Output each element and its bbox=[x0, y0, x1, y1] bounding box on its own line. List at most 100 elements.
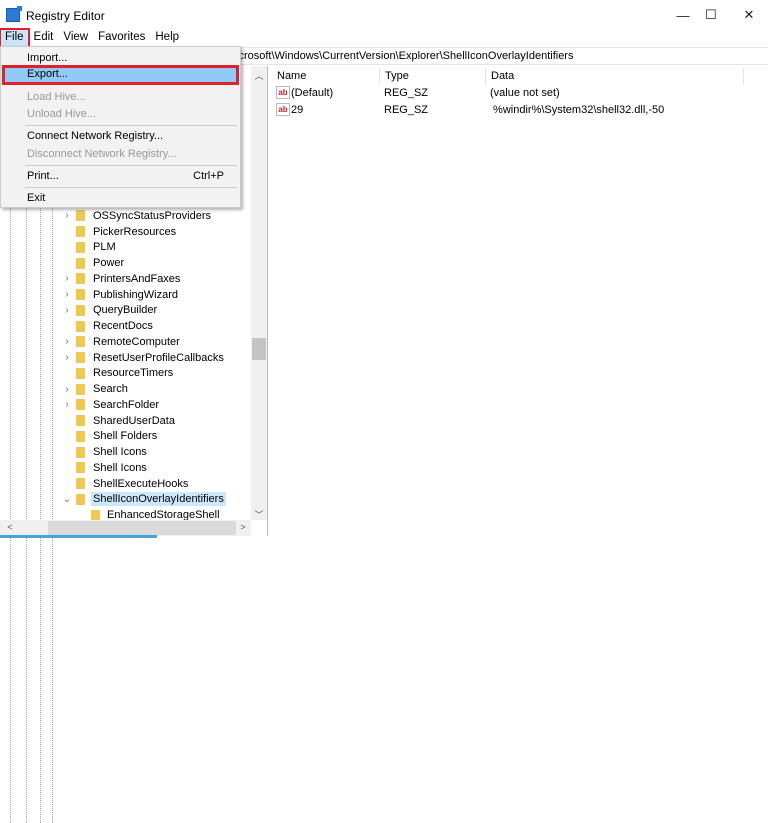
menu-bar: File Edit View Favorites Help bbox=[0, 28, 768, 48]
tree-item-label: ShellIconOverlayIdentifiers bbox=[91, 492, 226, 507]
menu-separator bbox=[25, 187, 237, 188]
close-button[interactable]: ✕ bbox=[726, 0, 768, 30]
value-row[interactable]: ab 29 REG_SZ %windir%\System32\shell32.dll… bbox=[272, 103, 768, 119]
folder-icon bbox=[76, 367, 85, 379]
scroll-right-icon[interactable]: > bbox=[235, 522, 251, 532]
print-shortcut: Ctrl+P bbox=[193, 170, 224, 182]
tree-item[interactable]: SharedUserData bbox=[0, 413, 251, 429]
tree-item-label: Shell Icons bbox=[93, 446, 147, 459]
chevron-right-icon[interactable]: › bbox=[62, 210, 72, 221]
tree-item[interactable]: › RemoteComputer bbox=[0, 334, 251, 350]
tree-vertical-scrollbar[interactable]: ︿ ﹀ bbox=[251, 66, 267, 520]
folder-icon bbox=[76, 257, 85, 269]
tree-item-label: SearchFolder bbox=[93, 398, 160, 411]
menu-help[interactable]: Help bbox=[150, 29, 184, 47]
scroll-left-icon[interactable]: < bbox=[2, 522, 18, 532]
folder-icon bbox=[76, 304, 85, 316]
menu-item-load-hive: Load Hive... bbox=[27, 91, 86, 103]
chevron-right-icon[interactable]: › bbox=[62, 289, 72, 300]
file-menu-dropdown: Import... Export... Load Hive... Unload … bbox=[0, 46, 241, 208]
tree-item[interactable]: › Search bbox=[0, 381, 251, 397]
tree-item[interactable]: › ResetUserProfileCallbacks bbox=[0, 350, 251, 366]
window-title: Registry Editor bbox=[26, 9, 105, 23]
tree-item-label: PickerResources bbox=[93, 225, 177, 238]
folder-icon bbox=[76, 478, 85, 490]
tree-item-label: RemoteComputer bbox=[93, 335, 180, 348]
value-row[interactable]: ab (Default) REG_SZ (value not set) bbox=[272, 86, 768, 102]
tree-item-label: SharedUserData bbox=[93, 414, 175, 427]
folder-icon bbox=[91, 509, 100, 521]
value-data: (value not set) bbox=[490, 87, 560, 99]
folder-icon bbox=[76, 352, 85, 364]
tree-item[interactable]: ResourceTimers bbox=[0, 366, 251, 382]
tree-item[interactable]: › PrintersAndFaxes bbox=[0, 271, 251, 287]
chevron-down-icon[interactable]: ⌄ bbox=[62, 494, 72, 505]
tree-item-label: QueryBuilder bbox=[93, 304, 158, 317]
tree-item[interactable]: PickerResources bbox=[0, 224, 251, 240]
tree-item[interactable]: Power bbox=[0, 255, 251, 271]
tree-item-label: PLM bbox=[93, 241, 116, 254]
title-bar: Registry Editor — ☐ ✕ bbox=[0, 0, 768, 30]
menu-item-unload-hive: Unload Hive... bbox=[27, 108, 97, 120]
tree-item[interactable]: RecentDocs bbox=[0, 318, 251, 334]
column-name[interactable]: Name bbox=[272, 68, 380, 85]
menu-item-connect-network-registry[interactable]: Connect Network Registry... bbox=[3, 128, 238, 146]
folder-icon bbox=[76, 289, 85, 301]
folder-icon bbox=[76, 415, 85, 427]
string-value-icon: ab bbox=[276, 103, 290, 116]
tree-item-label: Shell Icons bbox=[93, 461, 147, 474]
menu-separator bbox=[25, 125, 237, 126]
value-data: %windir%\System32\shell32.dll,-50 bbox=[490, 104, 665, 116]
chevron-right-icon[interactable]: › bbox=[62, 399, 72, 410]
folder-icon bbox=[76, 493, 85, 505]
tree-item-label: OSSyncStatusProviders bbox=[93, 209, 211, 222]
values-pane: Name Type Data ab (Default) REG_SZ (value n… bbox=[272, 66, 768, 536]
tree-item[interactable]: ⌄ ShellIconOverlayIdentifiers bbox=[0, 492, 251, 508]
tree-item-label: Power bbox=[93, 257, 125, 270]
menu-favorites[interactable]: Favorites bbox=[93, 29, 150, 47]
registry-editor-icon bbox=[6, 6, 22, 22]
tree-item-label: ResourceTimers bbox=[93, 367, 174, 380]
tree-item[interactable]: › OSSyncStatusProviders bbox=[0, 208, 251, 224]
tree-item[interactable]: › QueryBuilder bbox=[0, 303, 251, 319]
folder-icon bbox=[76, 446, 85, 458]
chevron-right-icon[interactable]: › bbox=[62, 384, 72, 395]
chevron-right-icon[interactable]: › bbox=[62, 336, 72, 347]
menu-view[interactable]: View bbox=[58, 29, 93, 47]
tree-item-label: Search bbox=[93, 383, 128, 396]
string-value-icon: ab bbox=[276, 86, 290, 99]
column-data[interactable]: Data bbox=[486, 68, 744, 85]
value-type: REG_SZ bbox=[384, 87, 429, 99]
menu-item-export[interactable]: Export... bbox=[2, 65, 239, 85]
tree-horizontal-scrollbar[interactable]: < > bbox=[0, 520, 251, 536]
tree-item-label: PrintersAndFaxes bbox=[93, 272, 181, 285]
value-name: (Default) bbox=[291, 87, 334, 99]
tree-item[interactable]: Shell Folders bbox=[0, 429, 251, 445]
menu-item-exit[interactable]: Exit bbox=[3, 190, 238, 208]
menu-file[interactable]: File bbox=[0, 28, 30, 48]
menu-edit[interactable]: Edit bbox=[29, 29, 59, 47]
chevron-right-icon[interactable]: › bbox=[62, 273, 72, 284]
chevron-right-icon[interactable]: › bbox=[62, 352, 72, 363]
tree-item[interactable]: Shell Icons bbox=[0, 444, 251, 460]
tree-item[interactable]: › SearchFolder bbox=[0, 397, 251, 413]
scroll-up-icon[interactable]: ︿ bbox=[251, 69, 267, 82]
value-name: 29 bbox=[291, 104, 304, 116]
column-type[interactable]: Type bbox=[380, 68, 486, 85]
tree-item[interactable]: › PublishingWizard bbox=[0, 287, 251, 303]
menu-item-print[interactable]: Print... Ctrl+P bbox=[3, 168, 238, 186]
scroll-thumb[interactable] bbox=[252, 338, 266, 360]
tree-item[interactable]: PLM bbox=[0, 240, 251, 256]
folder-icon bbox=[76, 462, 85, 474]
folder-icon bbox=[76, 383, 85, 395]
tree-item-label: ShellExecuteHooks bbox=[93, 477, 189, 490]
scroll-down-icon[interactable]: ﹀ bbox=[251, 508, 267, 521]
scroll-thumb[interactable] bbox=[48, 521, 236, 535]
tree-item[interactable]: Shell Icons bbox=[0, 460, 251, 476]
tree-item-label: ResetUserProfileCallbacks bbox=[93, 351, 224, 364]
key-tree: › OSSyncStatusProviders PickerResources PLM… bbox=[0, 66, 251, 823]
print-label: Print... bbox=[27, 170, 59, 182]
menu-item-disconnect-network-registry: Disconnect Network Registry... bbox=[27, 148, 177, 160]
tree-item[interactable]: ShellExecuteHooks bbox=[0, 476, 251, 492]
chevron-right-icon[interactable]: › bbox=[62, 305, 72, 316]
